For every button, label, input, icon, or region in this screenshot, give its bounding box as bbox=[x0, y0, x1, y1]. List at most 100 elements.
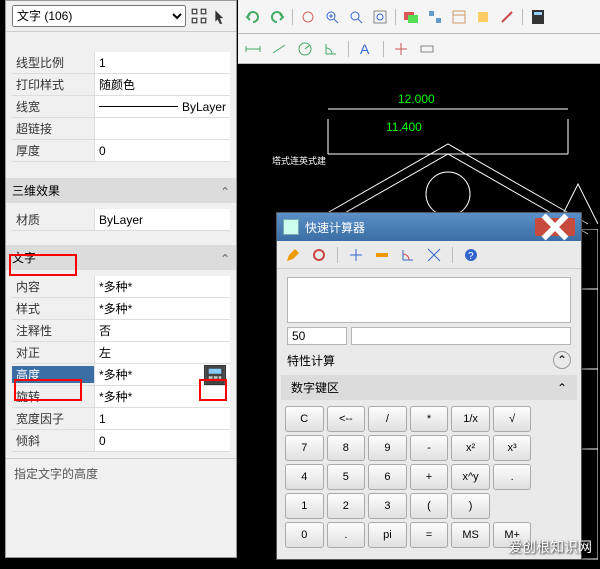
chevron-up-icon bbox=[220, 184, 230, 198]
calc-result-row bbox=[287, 327, 571, 345]
main-toolbar bbox=[238, 0, 600, 34]
block-icon[interactable] bbox=[426, 8, 444, 26]
prop-row-justify[interactable]: 对正 左 bbox=[12, 342, 230, 364]
tool2-icon[interactable] bbox=[498, 8, 516, 26]
dim-update-icon[interactable] bbox=[418, 40, 436, 58]
prop-row-hyperlink[interactable]: 超链接 bbox=[12, 118, 230, 140]
keypad-section-header[interactable]: 数字键区 ⌃ bbox=[281, 375, 577, 400]
calc-key[interactable]: 6 bbox=[368, 464, 407, 490]
calc-key[interactable]: 0 bbox=[285, 522, 324, 548]
prop-label: 厚度 bbox=[12, 142, 94, 159]
prop-label: 注释性 bbox=[12, 322, 94, 339]
close-button[interactable] bbox=[535, 218, 575, 236]
calc-key[interactable]: 9 bbox=[368, 435, 407, 461]
calc-key[interactable]: 1 bbox=[285, 493, 324, 519]
distance-icon[interactable] bbox=[374, 247, 390, 263]
calc-key[interactable]: pi bbox=[368, 522, 407, 548]
prop-value-input[interactable] bbox=[99, 434, 226, 448]
calc-key[interactable]: x^y bbox=[451, 464, 490, 490]
text-icon[interactable]: A bbox=[357, 40, 375, 58]
prop-row-lineweight[interactable]: 线宽 ByLayer bbox=[12, 96, 230, 118]
calc-key[interactable]: C bbox=[285, 406, 324, 432]
calc-key[interactable]: 2 bbox=[327, 493, 366, 519]
calc-result-display bbox=[351, 327, 571, 345]
select-objects-icon[interactable] bbox=[190, 7, 208, 25]
prop-row-content[interactable]: 内容 *多种* bbox=[12, 276, 230, 298]
get-point-icon[interactable] bbox=[348, 247, 364, 263]
section-3d-effects[interactable]: 三维效果 bbox=[6, 178, 236, 203]
panel-header: 文字 (106) bbox=[6, 1, 236, 32]
help-icon[interactable]: ? bbox=[463, 247, 479, 263]
prop-value: *多种* bbox=[99, 300, 132, 317]
quickcalc-titlebar[interactable]: 快速计算器 bbox=[277, 213, 581, 241]
calc-key[interactable]: x² bbox=[451, 435, 490, 461]
collapse-icon[interactable]: ⌃ bbox=[553, 351, 571, 369]
calc-key[interactable]: ( bbox=[410, 493, 449, 519]
calc-key[interactable]: 4 bbox=[285, 464, 324, 490]
calc-key[interactable]: 7 bbox=[285, 435, 324, 461]
property-hint: 指定文字的高度 bbox=[6, 458, 236, 498]
calc-key[interactable]: <-- bbox=[327, 406, 366, 432]
calc-key[interactable]: 5 bbox=[327, 464, 366, 490]
calc-key[interactable]: / bbox=[368, 406, 407, 432]
calc-key[interactable]: 1/x bbox=[451, 406, 490, 432]
calc-key[interactable]: x³ bbox=[493, 435, 532, 461]
tool-icon[interactable] bbox=[474, 8, 492, 26]
properties-icon[interactable] bbox=[450, 8, 468, 26]
separator bbox=[452, 247, 453, 263]
properties-panel: 文字 (106) 线型比例 打印样式 随颜色 线宽 ByLayer 超链接 厚度… bbox=[5, 0, 237, 558]
svg-text:A: A bbox=[360, 41, 370, 57]
intersect-icon[interactable] bbox=[426, 247, 442, 263]
calc-key[interactable]: 3 bbox=[368, 493, 407, 519]
prop-value-input[interactable] bbox=[99, 412, 226, 426]
pencil-icon[interactable] bbox=[285, 247, 301, 263]
prop-value: ByLayer bbox=[99, 213, 143, 227]
pan-icon[interactable] bbox=[299, 8, 317, 26]
prop-row-line-scale[interactable]: 线型比例 bbox=[12, 52, 230, 74]
prop-row-material[interactable]: 材质 ByLayer bbox=[12, 209, 230, 231]
dim-angular-icon[interactable] bbox=[322, 40, 340, 58]
quick-select-icon[interactable] bbox=[212, 7, 230, 25]
redo-icon[interactable] bbox=[268, 8, 286, 26]
calc-input-area[interactable] bbox=[287, 277, 571, 323]
calc-key[interactable]: . bbox=[493, 464, 532, 490]
calc-result-input[interactable] bbox=[287, 327, 347, 345]
layer-icon[interactable] bbox=[402, 8, 420, 26]
undo-icon[interactable] bbox=[244, 8, 262, 26]
dim-radius-icon[interactable] bbox=[296, 40, 314, 58]
prop-row-oblique[interactable]: 倾斜 bbox=[12, 430, 230, 452]
dim-linear-icon[interactable] bbox=[244, 40, 262, 58]
prop-row-plot-style[interactable]: 打印样式 随颜色 bbox=[12, 74, 230, 96]
calc-key[interactable]: √ bbox=[493, 406, 532, 432]
prop-row-rotation[interactable]: 旋转 *多种* bbox=[12, 386, 230, 408]
zoom-window-icon[interactable] bbox=[371, 8, 389, 26]
prop-row-thickness[interactable]: 厚度 bbox=[12, 140, 230, 162]
angle-icon[interactable] bbox=[400, 247, 416, 263]
dim-aligned-icon[interactable] bbox=[270, 40, 288, 58]
prop-row-width-factor[interactable]: 宽度因子 bbox=[12, 408, 230, 430]
zoom-extents-icon[interactable] bbox=[347, 8, 365, 26]
object-type-selector[interactable]: 文字 (106) bbox=[12, 5, 186, 27]
calc-key[interactable]: MS bbox=[451, 522, 490, 548]
prop-row-height[interactable]: 高度 *多种* bbox=[12, 364, 230, 386]
calc-key[interactable]: = bbox=[410, 522, 449, 548]
calc-key[interactable]: - bbox=[410, 435, 449, 461]
separator bbox=[383, 41, 384, 57]
calc-key[interactable]: 8 bbox=[327, 435, 366, 461]
calc-key[interactable]: * bbox=[410, 406, 449, 432]
prop-row-style[interactable]: 样式 *多种* bbox=[12, 298, 230, 320]
calc-key[interactable]: ) bbox=[451, 493, 490, 519]
dim-edit-icon[interactable] bbox=[392, 40, 410, 58]
calculator-icon[interactable] bbox=[529, 8, 547, 26]
prop-row-annotative[interactable]: 注释性 否 bbox=[12, 320, 230, 342]
section-text[interactable]: 文字 bbox=[6, 245, 236, 270]
gear-icon[interactable] bbox=[311, 247, 327, 263]
calc-key[interactable]: + bbox=[410, 464, 449, 490]
prop-value-input[interactable] bbox=[99, 56, 226, 70]
prop-value-input[interactable] bbox=[99, 144, 226, 158]
calc-key[interactable]: . bbox=[327, 522, 366, 548]
separator bbox=[348, 41, 349, 57]
quickcalc-icon[interactable] bbox=[204, 365, 226, 385]
prop-value-input[interactable] bbox=[99, 122, 226, 136]
zoom-in-icon[interactable] bbox=[323, 8, 341, 26]
